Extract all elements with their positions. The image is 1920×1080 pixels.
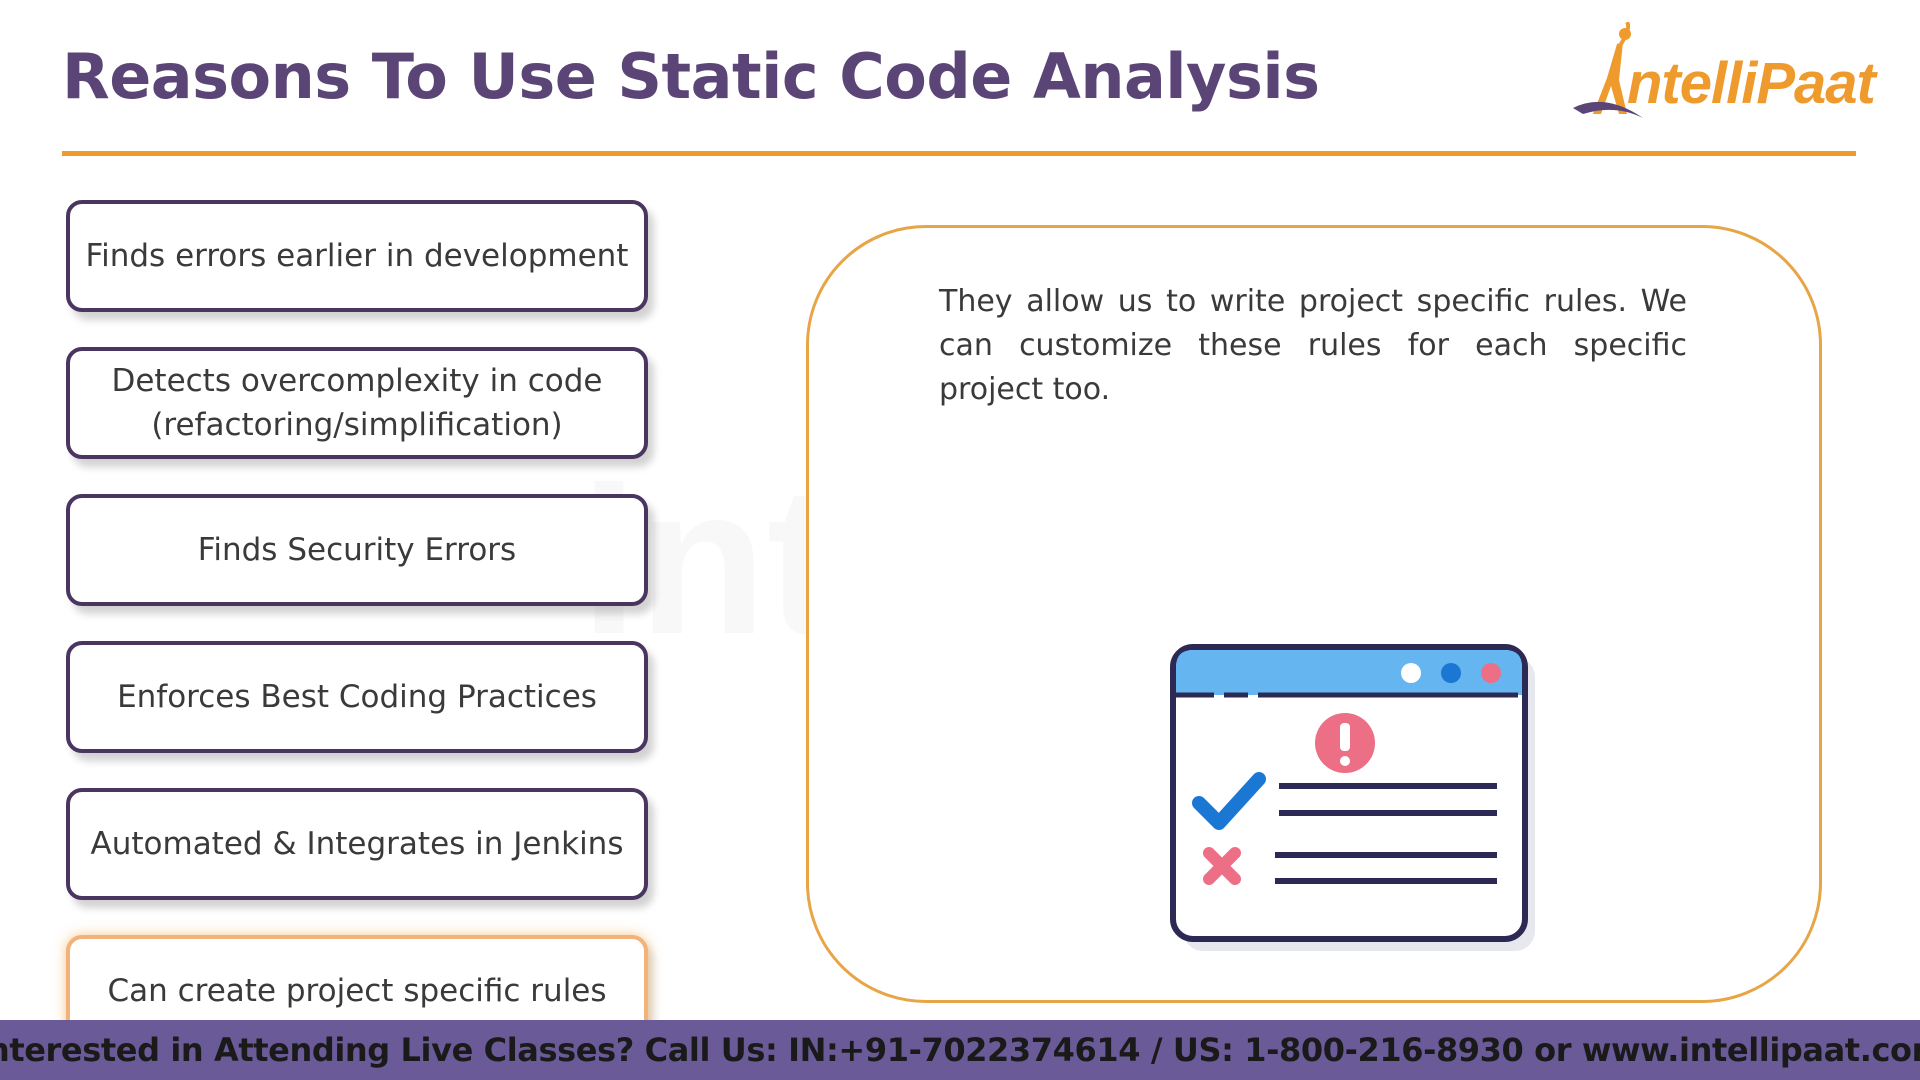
logo-wordmark: ntelliPaat	[1627, 51, 1876, 116]
slide: intelliPaat Reasons To Use Static Code A…	[0, 0, 1920, 1080]
brand-logo: ntelliPaat	[1565, 22, 1876, 132]
reason-item-label: Finds errors earlier in development	[85, 238, 629, 274]
reason-item-label: Finds Security Errors	[197, 532, 517, 568]
alert-icon	[1315, 713, 1375, 773]
reason-item[interactable]: Automated & Integrates in Jenkins	[66, 788, 648, 900]
reason-item-label: Can create project specific rules	[107, 973, 607, 1009]
reason-item-label: Detects overcomplexity in code (refactor…	[111, 363, 603, 443]
reason-item[interactable]: Enforces Best Coding Practices	[66, 641, 648, 753]
reason-item[interactable]: Finds errors earlier in development	[66, 200, 648, 312]
detail-description: They allow us to write project specific …	[939, 284, 1687, 407]
reason-item[interactable]: Detects overcomplexity in code (refactor…	[66, 347, 648, 459]
browser-window-checklist-icon	[1170, 644, 1535, 951]
reasons-list: Finds errors earlier in development Detec…	[66, 200, 654, 1047]
window-dot-white-icon	[1401, 663, 1421, 683]
reason-item-label: Enforces Best Coding Practices	[117, 679, 597, 715]
footer-banner: Interested in Attending Live Classes? Ca…	[0, 1020, 1920, 1080]
window-dot-blue-icon	[1441, 663, 1461, 683]
page-title: Reasons To Use Static Code Analysis	[62, 40, 1320, 113]
footer-contact-text: Interested in Attending Live Classes? Ca…	[0, 1031, 1920, 1069]
reason-item[interactable]: Finds Security Errors	[66, 494, 648, 606]
reason-item-label: Automated & Integrates in Jenkins	[90, 826, 624, 862]
detail-panel: They allow us to write project specific …	[806, 225, 1822, 1003]
title-divider	[62, 151, 1856, 156]
window-dot-pink-icon	[1481, 663, 1501, 683]
